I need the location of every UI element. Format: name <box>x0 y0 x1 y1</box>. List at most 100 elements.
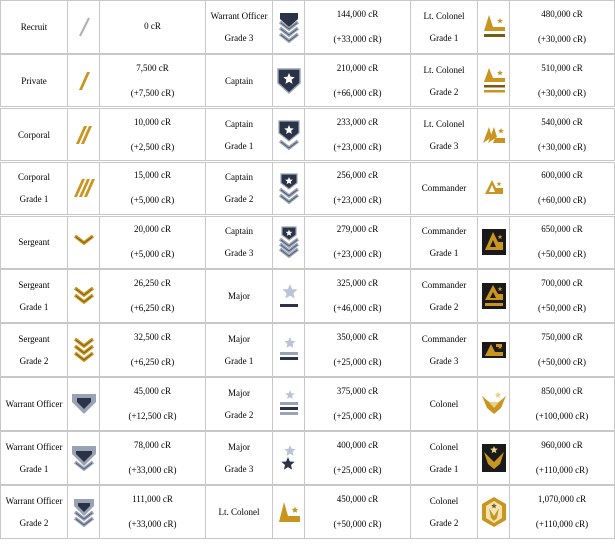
cost-delta: (+30,000 cR) <box>537 87 587 98</box>
rank-name-line: Lt. Colonel <box>423 118 465 129</box>
two-stars-icon <box>273 432 305 484</box>
chevron-1-silver-icon <box>68 378 100 430</box>
rank-name: Warrant Officer Grade 1 <box>1 432 68 484</box>
cost-value: 144,000 cR <box>336 8 379 19</box>
rank-cost: 233,000 cR (+23,000 cR) <box>305 109 410 161</box>
cost-value: 510,000 cR <box>541 62 583 73</box>
rank-name: Major <box>206 270 273 323</box>
rank-name: Recruit <box>1 1 68 53</box>
rank-name-line: Commander <box>421 334 467 345</box>
rank-cost: 650,000 cR (+50,000 cR) <box>510 217 614 269</box>
rank-name-line: Grade 2 <box>19 517 49 528</box>
cost-value: 15,000 cR <box>134 170 171 181</box>
rank-name-line: Grade 1 <box>429 32 459 43</box>
cost-delta: (+100,000 cR) <box>535 411 589 422</box>
rank-name: Warrant Officer Grade 3 <box>206 1 273 53</box>
rank-name-line: Warrant Officer <box>5 441 63 452</box>
cost-value: 279,000 cR <box>336 224 379 235</box>
gold-wing-icon <box>278 501 300 522</box>
star-bars-2-icon <box>279 337 298 361</box>
rank-name: Captain <box>206 54 273 107</box>
cost-value: 480,000 cR <box>541 8 583 19</box>
rank-cost: 45,000 cR (+12,500 cR) <box>100 378 205 430</box>
star-shield-icon <box>273 54 305 107</box>
cost-delta: (+33,000 cR) <box>128 518 177 529</box>
rank-row: Sergeant Grade 1 26,250 cR (+6,250 cR) <box>0 269 206 324</box>
gold-wing-3-icon <box>478 108 510 161</box>
cost-delta: (+7,500 cR) <box>130 87 175 98</box>
rank-row: Corporal 10,000 cR (+2,500 cR) <box>0 107 206 162</box>
rank-name-line: Grade 1 <box>19 463 49 474</box>
rank-name-line: Grade 2 <box>224 194 254 205</box>
cost-delta: (+2,500 cR) <box>130 141 175 152</box>
cost-value: 0 cR <box>144 21 161 32</box>
chevron-2-silver-icon <box>68 432 100 484</box>
rank-cost: 325,000 cR (+46,000 cR) <box>305 270 410 322</box>
rank-name: Sergeant <box>1 216 68 269</box>
rank-name: Colonel Grade 2 <box>411 486 478 538</box>
rank-name-line: Grade 2 <box>429 86 459 97</box>
rank-cost: 1,070,000 cR (+110,000 cR) <box>510 486 614 538</box>
rank-cost: 10,000 cR (+2,500 cR) <box>100 109 205 161</box>
cost-value: 20,000 cR <box>134 224 171 235</box>
rank-row: Colonel Grade 2 1,070,000 cR (+110,000 cR) <box>410 485 615 539</box>
cost-delta: (+5,000 cR) <box>130 249 175 260</box>
cost-delta: (+25,000 cR) <box>333 411 382 422</box>
rank-name-line: Major <box>228 388 250 399</box>
cost-delta: (+30,000 cR) <box>537 33 587 44</box>
cost-value: 350,000 cR <box>336 332 379 343</box>
rank-row: Lt. Colonel Grade 1 480,000 cR (+30,000 cR) <box>410 0 615 54</box>
gold-triangle-3-icon <box>481 342 506 359</box>
cost-delta: (+46,000 cR) <box>333 303 382 314</box>
cost-delta: (+23,000 cR) <box>333 141 382 152</box>
rank-row: Lt. Colonel 450,000 cR (+50,000 cR) <box>205 485 411 539</box>
rank-name-line: Grade 2 <box>429 517 459 528</box>
gold-wing-3-icon <box>482 126 505 143</box>
rank-row: Major 325,000 cR (+46,000 cR) <box>205 269 411 324</box>
rank-row: Warrant Officer Grade 1 78,000 cR (+33,000 … <box>0 431 206 485</box>
rank-name-line: Grade 1 <box>224 140 254 151</box>
star-shield-3-icon <box>273 216 305 269</box>
rank-name: Commander Grade 1 <box>411 216 478 269</box>
rank-name-line: Colonel <box>429 495 459 506</box>
rank-name: Lt. Colonel Grade 3 <box>411 108 478 161</box>
rank-name-line: Sergeant <box>18 280 50 291</box>
gold-triangle-1-icon <box>478 216 510 269</box>
chevron-1-silver-icon <box>71 394 96 415</box>
cost-value: 45,000 cR <box>134 386 171 397</box>
gold-wing-1-icon <box>483 14 505 37</box>
rank-cost: 15,000 cR (+5,000 cR) <box>100 163 205 215</box>
rank-name: Corporal <box>1 108 68 161</box>
rank-row: Commander Grade 1 650,000 cR (+50,000 cR) <box>410 215 615 270</box>
cost-value: 600,000 cR <box>541 170 583 181</box>
cost-delta: (+110,000 cR) <box>535 464 589 475</box>
rank-row: Colonel 850,000 cR (+100,000 cR) <box>410 377 615 431</box>
rank-cost: 510,000 cR (+30,000 cR) <box>510 55 614 107</box>
rank-cost: 600,000 cR (+60,000 cR) <box>510 163 614 215</box>
rank-name: Captain Grade 3 <box>206 216 273 269</box>
rank-row: Colonel Grade 1 960,000 cR (+110,000 cR) <box>410 431 615 485</box>
rank-cost: 210,000 cR (+66,000 cR) <box>305 55 410 107</box>
cost-value: 450,000 cR <box>336 493 379 504</box>
cost-value: 10,000 cR <box>134 116 171 127</box>
stripe-1-icon <box>68 54 100 107</box>
rank-name: Commander Grade 2 <box>411 270 478 323</box>
rank-name-line: Corporal <box>18 172 50 183</box>
rank-row: Sergeant 20,000 cR (+5,000 cR) <box>0 215 206 270</box>
rank-name-line: Grade 1 <box>224 356 254 367</box>
rank-name-line: Warrant Officer <box>5 495 63 506</box>
cost-delta: (+50,000 cR) <box>333 518 382 529</box>
rank-row: Major Grade 3 400,000 cR (+25,000 cR) <box>205 431 411 485</box>
rank-name: Major Grade 3 <box>206 432 273 484</box>
rank-name-line: Major <box>228 441 250 452</box>
rank-name: Warrant Officer <box>1 378 68 430</box>
chevron-2-gold-icon <box>73 286 94 305</box>
rank-cost: 540,000 cR (+30,000 cR) <box>510 109 614 161</box>
rank-name: Lt. Colonel Grade 1 <box>411 1 478 53</box>
cost-value: 1,070,000 cR <box>537 493 587 504</box>
gold-hex-badge-icon <box>478 486 510 538</box>
rank-name-line: Grade 3 <box>224 248 254 259</box>
rank-cost: 700,000 cR (+50,000 cR) <box>510 270 614 322</box>
cost-value: 210,000 cR <box>336 62 379 73</box>
cost-delta: (+50,000 cR) <box>537 303 587 314</box>
